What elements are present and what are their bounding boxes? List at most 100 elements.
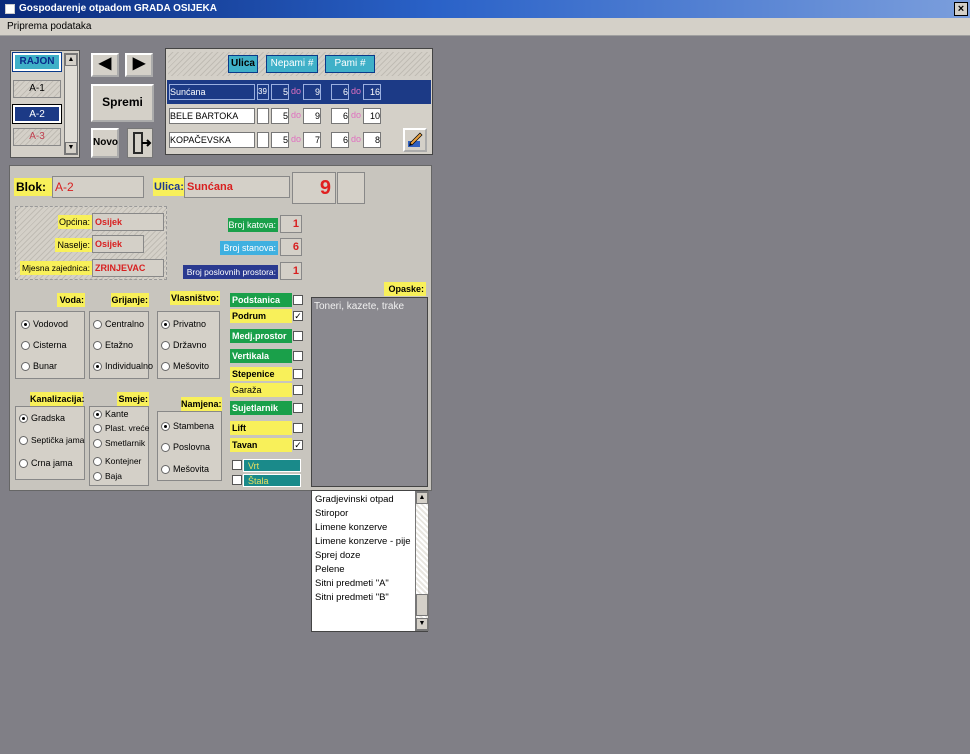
list-item[interactable]: Sitni predmeti "B" [312,591,414,605]
street-name-cell[interactable]: BELE BARTOKA [169,108,255,124]
par-from-cell[interactable]: 6 [331,108,349,124]
radio-smetlarnik[interactable]: Smetlarnik [93,437,145,449]
feature-sujetlarnik-checkbox[interactable] [293,403,303,413]
prev-button[interactable]: ◀ [91,53,119,77]
menu-item-priprema[interactable]: Priprema podataka [7,21,92,32]
radio-stambena[interactable]: Stambena [161,420,214,433]
rajon-item-a3[interactable]: A-3 [13,128,61,146]
par-to-cell[interactable]: 16 [363,84,381,100]
ulica-field[interactable]: Sunćana [184,176,290,198]
feature-vertikala-checkbox[interactable] [293,351,303,361]
radio-crna-jama[interactable]: Crna jama [19,457,73,470]
broj-stanova-field[interactable]: 6 [280,238,302,256]
scroll-thumb[interactable] [416,594,428,616]
par-to-cell[interactable]: 10 [363,108,381,124]
scroll-up-icon[interactable]: ▲ [416,492,428,504]
table-row[interactable]: KOPAČEVSKA 5 do 7 6 do 8 [167,132,431,150]
rajon-item-a2[interactable]: A-2 [12,104,62,124]
col-parni-header[interactable]: Pami # [325,55,375,73]
new-button[interactable]: Novo [91,128,119,158]
naselje-field[interactable]: Osijek [92,235,144,253]
par-from-cell[interactable]: 6 [331,84,349,100]
rajon-header[interactable]: RAJON [12,52,62,72]
list-item[interactable]: Pelene [312,563,414,577]
mjesna-zajednica-field[interactable]: ZRINJEVAC [92,259,164,277]
list-item[interactable]: Gradjevinski otpad [312,493,414,507]
opaske-textarea[interactable]: Toneri, kazete, trake [311,297,428,487]
radio-drzavno[interactable]: Državno [161,339,207,352]
broj-katova-field[interactable]: 1 [280,215,302,233]
radio-mesovito[interactable]: Mešovito [161,360,209,373]
feature-podrum-checkbox[interactable]: ✓ [293,311,303,321]
street-name-cell[interactable]: KOPAČEVSKA [169,132,255,148]
nep-from-cell[interactable]: 5 [271,84,289,100]
broj-poslovnih-field[interactable]: 1 [280,262,302,280]
radio-privatno[interactable]: Privatno [161,318,206,331]
exit-door-icon[interactable] [127,128,153,158]
radio-kante[interactable]: Kante [93,408,129,420]
radio-etazno[interactable]: Etažno [93,339,133,352]
nep-from-cell[interactable]: 5 [271,132,289,148]
nep-from-cell[interactable]: 5 [271,108,289,124]
opcina-field[interactable]: Osijek [92,213,164,231]
scroll-up-icon[interactable]: ▲ [65,54,77,66]
radio-septicka[interactable]: Septička jama [19,434,84,447]
nep-to-cell[interactable]: 9 [303,108,321,124]
do-label: do [351,110,362,120]
radio-gradska[interactable]: Gradska [19,412,65,425]
street-name-cell[interactable]: Sunćana [169,84,255,100]
house-number-field[interactable]: 9 [292,172,336,204]
radio-mesovita[interactable]: Mešovita [161,463,209,476]
street-num-cell[interactable] [257,108,269,124]
stala-checkbox[interactable] [232,475,242,485]
street-num-cell[interactable] [257,132,269,148]
waste-type-list[interactable]: Gradjevinski otpad Stiropor Limene konze… [311,490,429,632]
par-to-cell[interactable]: 8 [363,132,381,148]
radio-centralno[interactable]: Centralno [93,318,144,331]
next-button[interactable]: ▶ [125,53,153,77]
table-row[interactable]: BELE BARTOKA 5 do 9 6 do 10 [167,108,431,126]
nep-to-cell[interactable]: 9 [303,84,321,100]
scroll-down-icon[interactable]: ▼ [65,142,77,154]
list-item[interactable]: Limene konzerve - pije [312,535,414,549]
feature-garaza-checkbox[interactable] [293,385,303,395]
close-button[interactable]: × [954,2,968,16]
voda-group: Vodovod Cisterna Bunar [15,311,85,379]
radio-baja[interactable]: Baja [93,470,122,482]
namjena-label: Namjena: [181,397,222,411]
list-item[interactable]: Sprej doze [312,549,414,563]
voda-label: Voda: [57,293,85,307]
radio-cisterna[interactable]: Cisterna [21,339,67,352]
list-item[interactable]: Limene konzerve [312,521,414,535]
edit-pencil-icon[interactable] [403,128,427,152]
radio-bunar[interactable]: Bunar [21,360,57,373]
blok-field[interactable]: A-2 [52,176,144,198]
radio-kontejner[interactable]: Kontejner [93,455,141,467]
radio-poslovna[interactable]: Poslovna [161,441,210,454]
save-button[interactable]: Spremi [91,84,154,122]
rajon-scrollbar[interactable]: ▲ ▼ [64,53,78,155]
col-ulica-header[interactable]: Ulica [228,55,258,73]
feature-stepenice-checkbox[interactable] [293,369,303,379]
rajon-item-a1[interactable]: A-1 [13,80,61,98]
feature-lift-label: Lift [230,421,292,435]
par-from-cell[interactable]: 6 [331,132,349,148]
feature-lift-checkbox[interactable] [293,423,303,433]
list-scrollbar[interactable]: ▲ ▼ [415,491,429,631]
feature-podstanica-checkbox[interactable] [293,295,303,305]
radio-dot-icon [93,362,102,372]
list-item[interactable]: Sitni predmeti "A" [312,577,414,591]
list-item[interactable]: Stiropor [312,507,414,521]
nep-to-cell[interactable]: 7 [303,132,321,148]
scroll-down-icon[interactable]: ▼ [416,618,428,630]
feature-medj-prostor-checkbox[interactable] [293,331,303,341]
vrt-checkbox[interactable] [232,460,242,470]
street-num-cell[interactable]: 39 [257,84,269,100]
broj-katova-label: Broj katova: [228,218,278,232]
radio-plast-vrece[interactable]: Plast. vreće [93,422,149,434]
radio-individualno[interactable]: Individualno [93,360,153,373]
radio-vodovod[interactable]: Vodovod [21,318,68,331]
col-neparni-header[interactable]: Nepami # [266,55,318,73]
feature-tavan-checkbox[interactable]: ✓ [293,440,303,450]
house-suffix-field[interactable] [337,172,365,204]
